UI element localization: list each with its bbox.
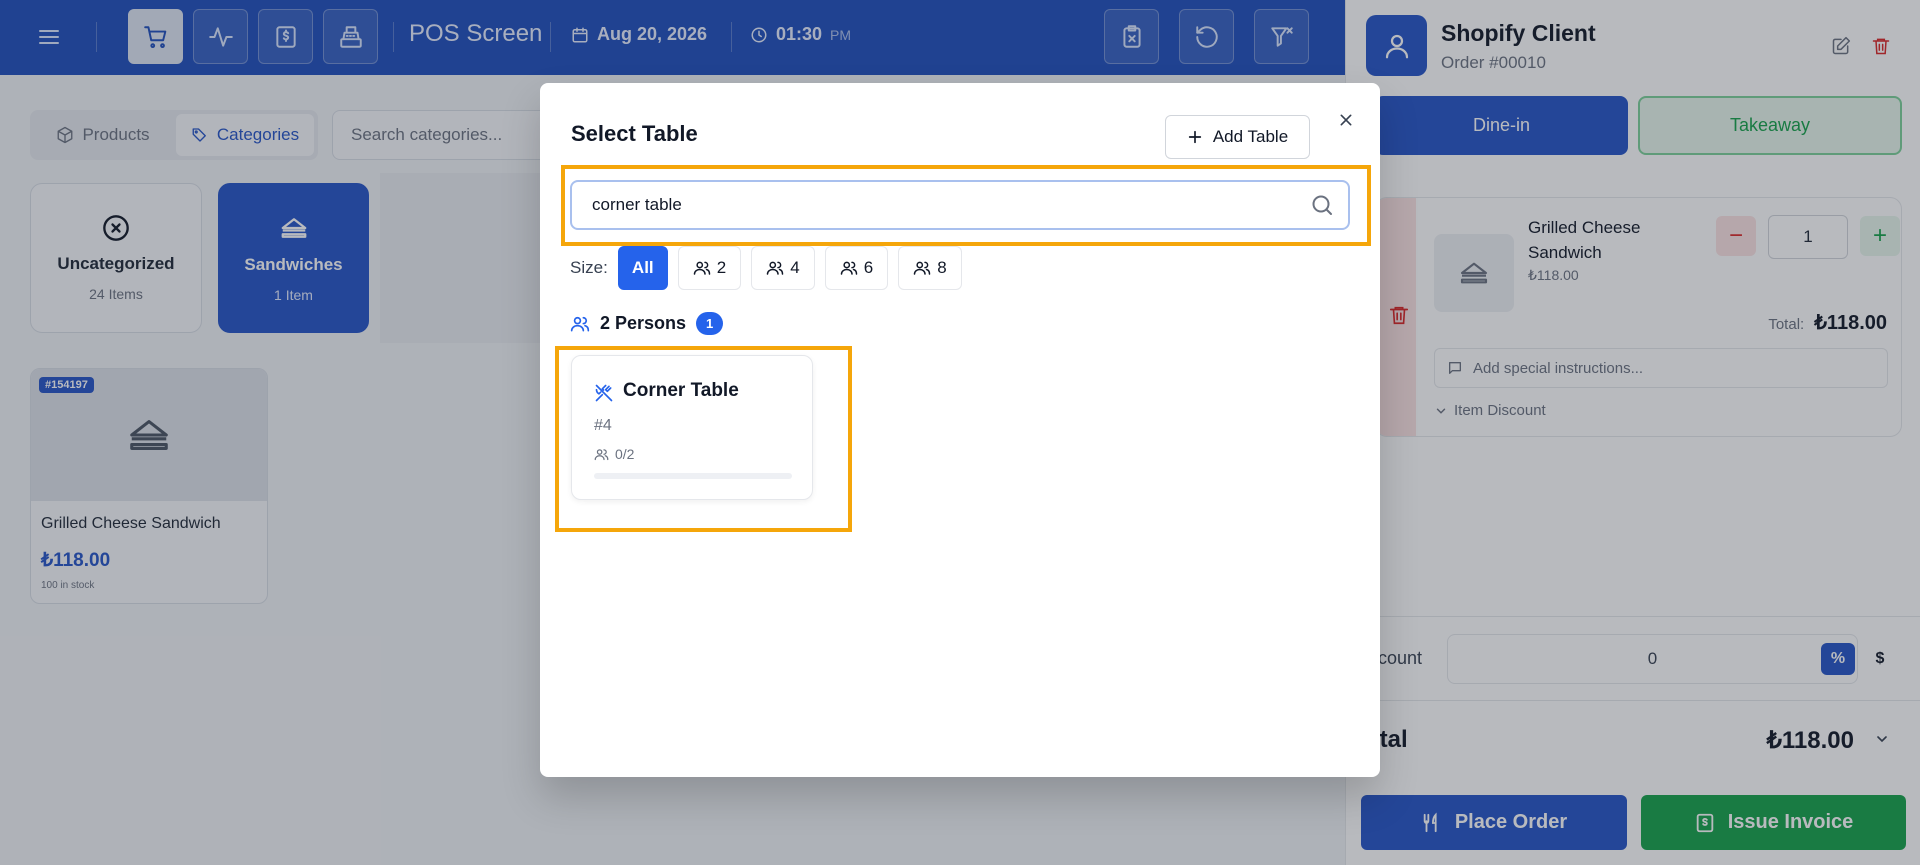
size-filter: Size: All 2 4 6 8 <box>570 246 962 290</box>
group-name: 2 Persons <box>600 313 687 333</box>
size-chip-label: 2 <box>716 258 727 277</box>
size-chip-label: 4 <box>790 258 800 277</box>
select-table-modal: Select Table Add Table corner table Size… <box>540 83 1380 777</box>
users-icon <box>693 259 711 277</box>
utensils-crossed-icon <box>594 383 614 403</box>
add-table-label: Add Table <box>1212 127 1289 146</box>
table-number: #4 <box>594 417 612 434</box>
size-chip-all[interactable]: All <box>617 246 668 290</box>
size-chip-2[interactable]: 2 <box>677 246 742 290</box>
search-icon[interactable] <box>1310 193 1334 217</box>
users-icon <box>766 259 784 277</box>
add-table-button[interactable]: Add Table <box>1165 115 1310 159</box>
table-search-input[interactable]: corner table <box>570 180 1350 230</box>
users-icon <box>840 259 858 277</box>
size-label: Size: <box>570 258 608 277</box>
users-icon <box>594 447 609 462</box>
size-chip-8[interactable]: 8 <box>898 246 962 290</box>
table-occupancy: 0/2 <box>594 446 634 462</box>
users-icon <box>913 259 931 277</box>
modal-title: Select Table <box>571 121 698 146</box>
size-chip-label: All <box>631 258 654 277</box>
table-card[interactable]: Corner Table #4 0/2 <box>571 355 813 500</box>
size-chip-label: 6 <box>863 258 874 277</box>
group-count-badge: 1 <box>696 312 724 335</box>
close-icon[interactable] <box>1333 107 1359 133</box>
occupancy-text: 0/2 <box>615 446 635 462</box>
users-icon <box>570 314 590 334</box>
plus-icon <box>1187 129 1203 145</box>
table-group-header: 2 Persons 1 <box>570 312 724 335</box>
size-chip-4[interactable]: 4 <box>751 246 815 290</box>
size-chip-6[interactable]: 6 <box>824 246 889 290</box>
occupancy-bar <box>594 473 792 479</box>
search-value: corner table <box>592 195 682 214</box>
table-name: Corner Table <box>623 380 739 401</box>
size-chip-label: 8 <box>937 258 947 277</box>
